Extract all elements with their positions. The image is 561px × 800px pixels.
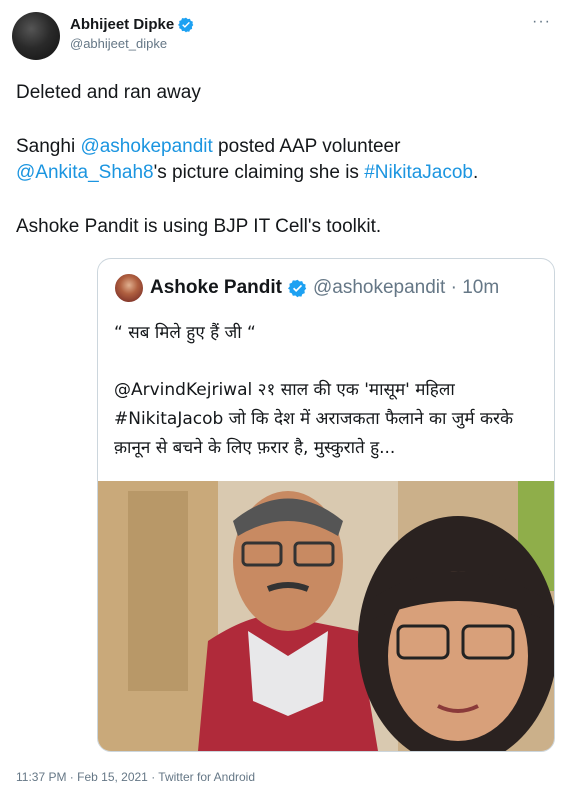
text-posted: posted AAP volunteer — [212, 136, 401, 157]
quoted-author-avatar[interactable] — [114, 273, 144, 303]
tweet-paragraph-claim: Sanghi @ashokepandit posted AAP voluntee… — [16, 134, 551, 186]
author-avatar[interactable] — [12, 12, 60, 60]
quoted-verified-badge-icon — [287, 279, 307, 298]
text-period: . — [473, 162, 479, 183]
more-options-icon[interactable]: ··· — [532, 14, 551, 30]
author-display-name[interactable]: Abhijeet Dipke — [70, 16, 174, 33]
quoted-tweet-card[interactable]: Ashoke Pandit @ashokepandit · 10m “ सब म… — [97, 258, 555, 752]
quoted-tweet-header: Ashoke Pandit @ashokepandit · 10m — [114, 273, 499, 303]
quoted-line-quote: “ सब मिले हुए हैं जी “ — [114, 323, 256, 343]
mention-link-ashokepandit[interactable]: @ashokepandit — [80, 136, 212, 157]
quoted-author-name[interactable]: Ashoke Pandit — [150, 277, 282, 299]
hashtag-link-nikitajacob[interactable]: #NikitaJacob — [364, 162, 473, 183]
quoted-tweet-text: “ सब मिले हुए हैं जी “ @ArvindKejriwal २… — [114, 319, 544, 491]
text-sanghi: Sanghi — [16, 136, 81, 157]
quoted-author-handle-time: @ashokepandit · 10m — [312, 277, 500, 298]
author-handle[interactable]: @abhijeet_dipke — [70, 36, 194, 51]
quoted-paragraph: @ArvindKejriwal २१ साल की एक 'मासूम' महि… — [114, 380, 514, 458]
tweet-timestamp[interactable]: 11:37 PM · Feb 15, 2021 · Twitter for An… — [16, 770, 255, 784]
verified-badge-icon — [178, 17, 194, 33]
tweet-line-toolkit: Ashoke Pandit is using BJP IT Cell's too… — [16, 216, 382, 237]
text-picture-claiming: 's picture claiming she is — [153, 162, 365, 183]
tweet-body: Deleted and ran away Sanghi @ashokepandi… — [16, 80, 551, 268]
author-info: Abhijeet Dipke @abhijeet_dipke — [70, 16, 194, 51]
quoted-tweet-photo[interactable] — [98, 481, 554, 751]
mention-link-ankita-shah8[interactable]: @Ankita_Shah8 — [16, 162, 154, 183]
tweet-line-deleted: Deleted and ran away — [16, 82, 201, 103]
author-name-row: Abhijeet Dipke — [70, 16, 194, 33]
